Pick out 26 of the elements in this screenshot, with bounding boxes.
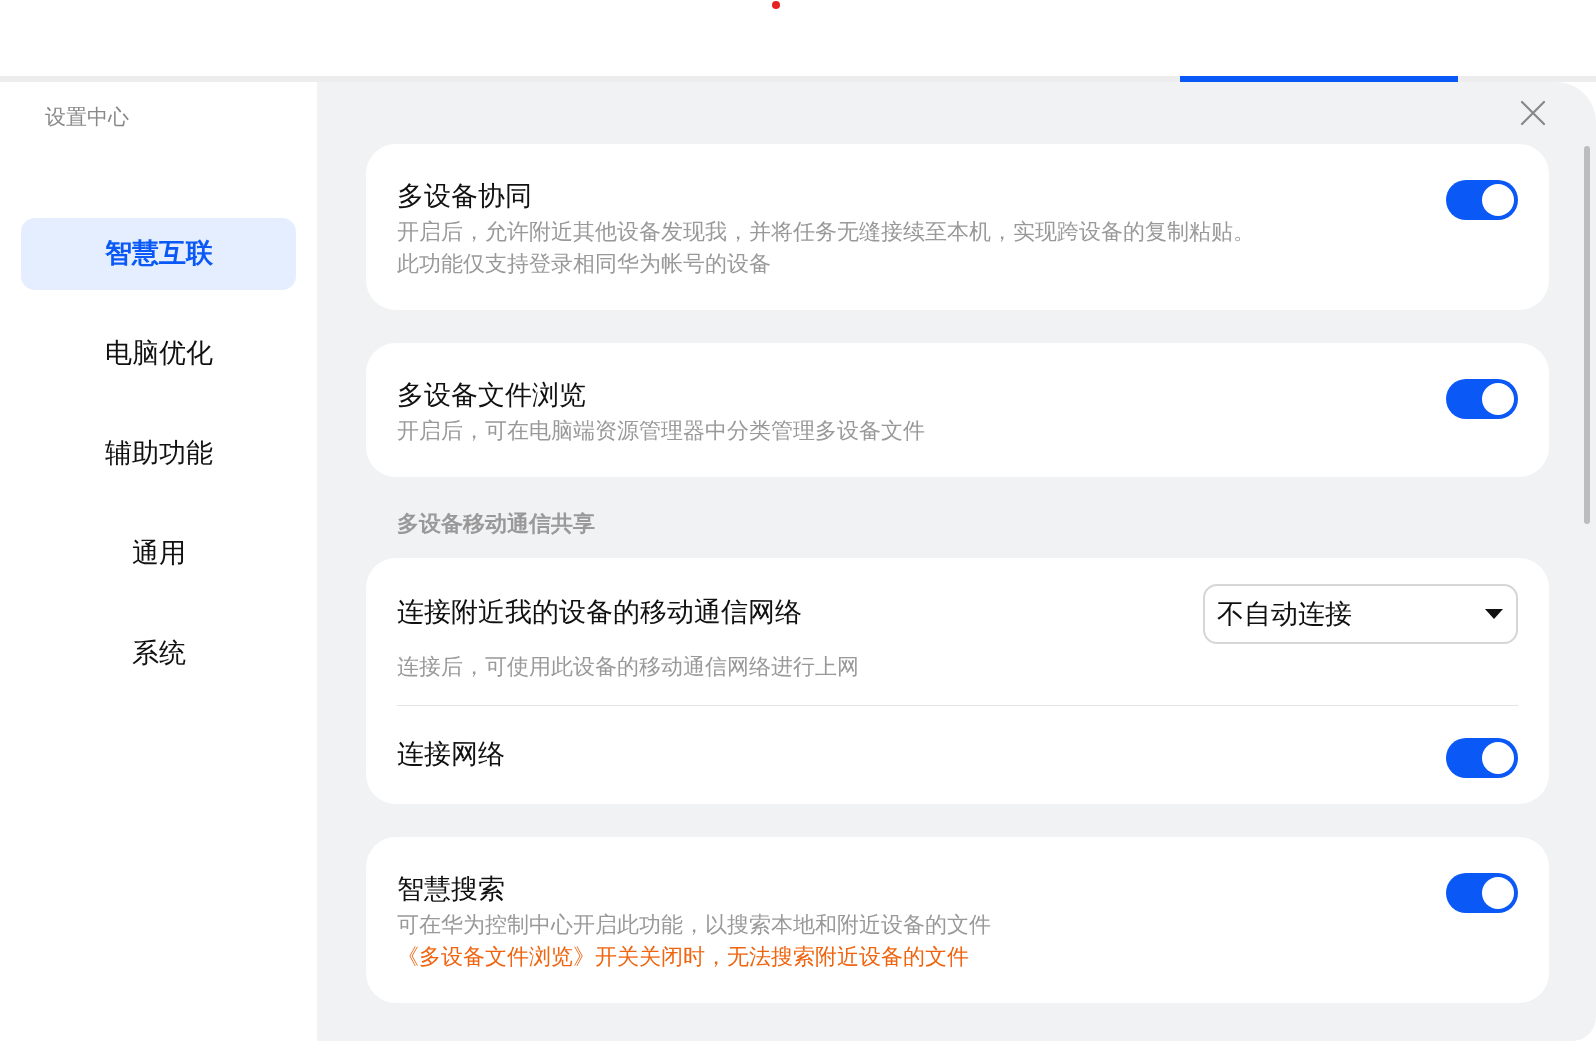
toggle-switch[interactable]: [1446, 180, 1518, 220]
setting-title: 连接网络: [397, 737, 505, 771]
sidebar-item[interactable]: 辅助功能: [21, 417, 296, 490]
setting-title: 智慧搜索: [397, 872, 506, 906]
close-icon[interactable]: [1520, 100, 1546, 126]
dropdown[interactable]: 不自动连接: [1203, 584, 1518, 644]
setting-title: 多设备协同: [397, 179, 533, 213]
setting-title: 连接附近我的设备的移动通信网络: [397, 595, 802, 629]
setting-description: 此功能仅支持登录相同华为帐号的设备: [397, 250, 772, 278]
setting-description: 开启后，允许附近其他设备发现我，并将任务无缝接续至本机，实现跨设备的复制粘贴。: [397, 218, 1255, 246]
toggle-switch[interactable]: [1446, 873, 1518, 913]
toggle-switch[interactable]: [1446, 738, 1518, 778]
setting-description: 可在华为控制中心开启此功能，以搜索本地和附近设备的文件: [397, 911, 991, 939]
setting-description: 连接后，可使用此设备的移动通信网络进行上网: [397, 653, 860, 681]
sidebar-item[interactable]: 智慧互联: [21, 217, 296, 290]
section-header: 多设备移动通信共享: [397, 510, 596, 538]
sidebar-item[interactable]: 系统: [21, 617, 296, 690]
window-title: 设置中心: [45, 104, 130, 131]
sidebar-item[interactable]: 通用: [21, 517, 296, 590]
setting-description: 开启后，可在电脑端资源管理器中分类管理多设备文件: [397, 417, 925, 445]
scrollbar[interactable]: [1584, 146, 1590, 524]
setting-title: 多设备文件浏览: [397, 378, 587, 412]
sidebar-item[interactable]: 电脑优化: [21, 317, 296, 390]
toggle-switch[interactable]: [1446, 379, 1518, 419]
caret-icon: [1484, 608, 1504, 620]
warning-text: 《多设备文件浏览》开关关闭时，无法搜索附近设备的文件: [397, 943, 970, 971]
